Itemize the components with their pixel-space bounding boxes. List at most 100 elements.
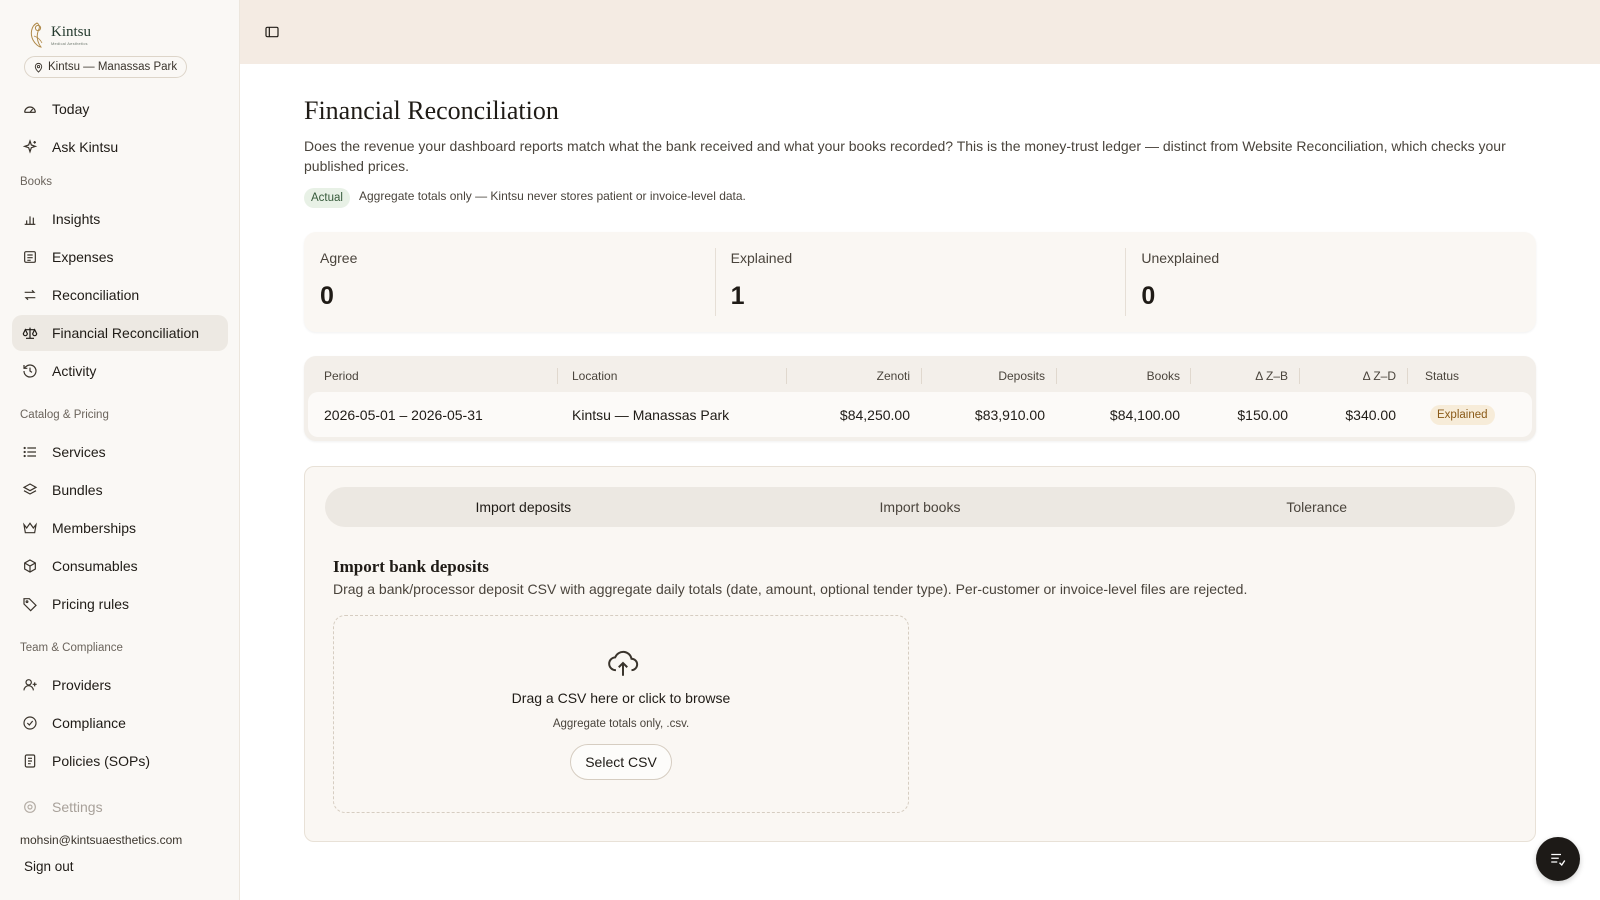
cell-delta-zb: $150.00: [1237, 406, 1288, 423]
tab-import-books[interactable]: Import books: [722, 487, 1119, 527]
nav-label: Compliance: [52, 715, 126, 731]
gear-icon: [24, 801, 36, 813]
stat-label: Explained: [730, 250, 793, 266]
nav-item-compliance[interactable]: Compliance: [12, 705, 228, 741]
badge-check-icon: [23, 716, 37, 730]
history-icon: [23, 364, 37, 378]
document-icon: [24, 754, 36, 768]
cell-deposits: $83,910.00: [974, 406, 1045, 423]
nav-label: Consumables: [52, 558, 138, 574]
column-header-status[interactable]: Status: [1425, 366, 1459, 386]
import-section-description: Drag a bank/processor deposit CSV with a…: [333, 581, 1248, 597]
list-icon: [23, 446, 36, 458]
column-header-zenoti[interactable]: Zenoti: [794, 366, 910, 386]
column-header-books[interactable]: Books: [1064, 366, 1180, 386]
stat-explained: Explained 1: [714, 232, 1126, 332]
cell-period: 2026-05-01 – 2026-05-31: [324, 406, 483, 423]
cell-zenoti: $84,250.00: [839, 406, 910, 423]
crown-icon: [23, 522, 37, 534]
column-divider: [1299, 368, 1300, 384]
nav-item-ask-kintsu[interactable]: Ask Kintsu: [12, 129, 228, 165]
column-header-location[interactable]: Location: [572, 366, 617, 386]
nav-label: Insights: [52, 211, 101, 227]
tab-import-deposits[interactable]: Import deposits: [325, 487, 722, 527]
nav-label: Ask Kintsu: [52, 139, 119, 155]
csv-dropzone[interactable]: Drag a CSV here or click to browse Aggre…: [333, 615, 909, 813]
nav-item-today[interactable]: Today: [12, 91, 228, 127]
nav-item-expenses[interactable]: Expenses: [12, 239, 228, 275]
brand-logo[interactable]: Kintsu Medical Aesthetics: [27, 20, 91, 50]
nav-item-services[interactable]: Services: [12, 434, 228, 470]
actual-badge: Actual: [304, 188, 350, 208]
bar-chart-icon: [24, 216, 36, 225]
nav-label: Policies (SOPs): [52, 753, 151, 769]
nav-label: Settings: [52, 799, 103, 815]
tag-icon: [23, 598, 37, 612]
import-section-title: Import bank deposits: [333, 557, 489, 576]
gauge-icon: [24, 106, 36, 113]
column-header-period[interactable]: Period: [324, 366, 359, 386]
nav-label: Services: [52, 444, 106, 460]
reconciliation-table: Period Location Zenoti Deposits Books Δ …: [304, 356, 1536, 441]
dropzone-title: Drag a CSV here or click to browse: [511, 690, 731, 706]
column-divider: [1056, 368, 1057, 384]
stat-unexplained: Unexplained 0: [1125, 232, 1536, 332]
sign-out-button[interactable]: Sign out: [24, 859, 74, 874]
nav-item-providers[interactable]: Providers: [12, 667, 228, 703]
cell-delta-zd: $340.00: [1345, 406, 1396, 423]
nav-item-financial-reconciliation[interactable]: Financial Reconciliation: [12, 315, 228, 351]
column-divider: [1407, 368, 1408, 384]
nav-item-bundles[interactable]: Bundles: [12, 472, 228, 508]
sidebar-toggle-icon[interactable]: [264, 24, 280, 40]
stats-summary: Agree 0 Explained 1 Unexplained 0: [304, 232, 1536, 332]
sidebar: Kintsu Medical Aesthetics Kintsu — Manas…: [0, 0, 240, 900]
user-email: mohsin@kintsuaesthetics.com: [20, 833, 183, 847]
nav-item-memberships[interactable]: Memberships: [12, 510, 228, 546]
nav-item-consumables[interactable]: Consumables: [12, 548, 228, 584]
nav-section-catalog: Catalog & Pricing: [20, 409, 109, 421]
list-filter-icon: [1551, 853, 1566, 867]
location-selector[interactable]: Kintsu — Manassas Park: [24, 56, 188, 78]
status-badge: Explained: [1430, 404, 1495, 425]
column-header-deposits[interactable]: Deposits: [929, 366, 1045, 386]
nav-item-settings[interactable]: Settings: [12, 789, 228, 825]
kintsu-logo-icon: [30, 22, 43, 48]
sparkle-icon: [22, 139, 38, 154]
cloud-upload-icon: [608, 650, 639, 676]
nav-label: Activity: [52, 363, 97, 379]
nav-item-pricing-rules[interactable]: Pricing rules: [12, 586, 228, 622]
column-divider: [786, 368, 787, 384]
cell-location: Kintsu — Manassas Park: [572, 406, 730, 423]
nav-label: Providers: [52, 677, 112, 693]
arrows-swap-icon: [24, 289, 36, 301]
location-label: Kintsu — Manassas Park: [48, 61, 178, 73]
stat-agree: Agree 0: [304, 232, 715, 332]
column-header-delta-zd[interactable]: Δ Z–D: [1307, 366, 1396, 386]
receipt-icon: [24, 251, 36, 263]
dropzone-subtitle: Aggregate totals only, .csv.: [552, 718, 690, 730]
column-header-delta-zb[interactable]: Δ Z–B: [1198, 366, 1288, 386]
nav-label: Expenses: [52, 249, 114, 265]
package-icon: [24, 559, 36, 573]
nav-section-team: Team & Compliance: [20, 642, 123, 654]
tab-tolerance[interactable]: Tolerance: [1118, 487, 1515, 527]
nav-item-insights[interactable]: Insights: [12, 201, 228, 237]
stat-label: Unexplained: [1141, 250, 1220, 266]
import-panel: Import deposits Import books Tolerance I…: [304, 466, 1536, 842]
stat-value: 0: [320, 282, 334, 310]
select-csv-button[interactable]: Select CSV: [570, 744, 672, 780]
nav-item-activity[interactable]: Activity: [12, 353, 228, 389]
aggregate-note: Aggregate totals only — Kintsu never sto…: [359, 189, 746, 203]
nav-label: Today: [52, 101, 90, 117]
nav-label: Reconciliation: [52, 287, 140, 303]
nav-label: Memberships: [52, 520, 137, 536]
table-row[interactable]: 2026-05-01 – 2026-05-31 Kintsu — Manassa…: [308, 392, 1532, 437]
user-plus-icon: [23, 679, 37, 691]
import-tabs: Import deposits Import books Tolerance: [325, 487, 1515, 527]
stat-value: 0: [1141, 282, 1156, 310]
nav-item-reconciliation[interactable]: Reconciliation: [12, 277, 228, 313]
top-bar: [240, 0, 1600, 64]
nav-label: Pricing rules: [52, 596, 130, 612]
nav-item-policies[interactable]: Policies (SOPs): [12, 743, 228, 779]
filter-fab-button[interactable]: [1536, 837, 1580, 881]
